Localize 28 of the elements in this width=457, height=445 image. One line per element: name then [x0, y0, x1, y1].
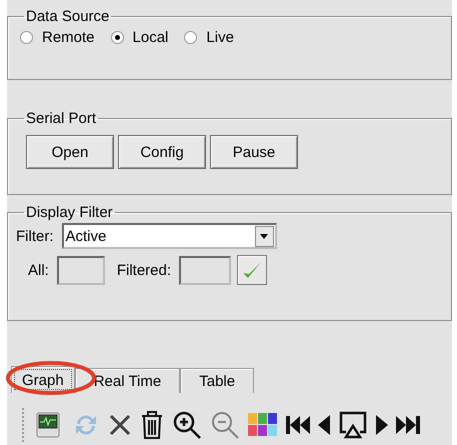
filtered-label: Filtered:	[116, 262, 172, 278]
push-button[interactable]: Config	[118, 135, 206, 169]
close-icon[interactable]	[108, 413, 132, 437]
screen-cast-icon[interactable]	[338, 410, 368, 440]
filtered-count-field[interactable]	[179, 256, 232, 284]
all-label: All:	[28, 262, 49, 278]
radio-option[interactable]: Remote	[20, 29, 95, 46]
trash-icon[interactable]	[140, 410, 164, 440]
filter-dropdown[interactable]: Active	[62, 223, 276, 249]
zoom-in-icon[interactable]	[172, 410, 202, 440]
apply-button[interactable]	[237, 255, 268, 285]
previous-icon[interactable]	[318, 415, 330, 435]
push-button[interactable]: Pause	[210, 135, 298, 169]
filter-label: Filter:	[16, 228, 54, 244]
all-count-field[interactable]	[56, 256, 105, 284]
color-grid-icon[interactable]	[248, 413, 278, 437]
toolbar-grip[interactable]	[22, 408, 26, 442]
tab[interactable]: Real Time	[74, 368, 180, 393]
tab[interactable]: Table	[180, 368, 254, 393]
radio-option[interactable]: Live	[184, 29, 234, 46]
group-title: Display Filter	[25, 204, 114, 221]
group-title: Serial Port	[25, 110, 98, 127]
skip-forward-icon[interactable]	[396, 416, 420, 434]
next-icon[interactable]	[376, 415, 388, 435]
skip-back-icon[interactable]	[286, 416, 310, 434]
group-title: Data Source	[25, 8, 110, 25]
radio-option[interactable]: Local	[110, 29, 168, 46]
push-button[interactable]: Open	[26, 135, 114, 169]
